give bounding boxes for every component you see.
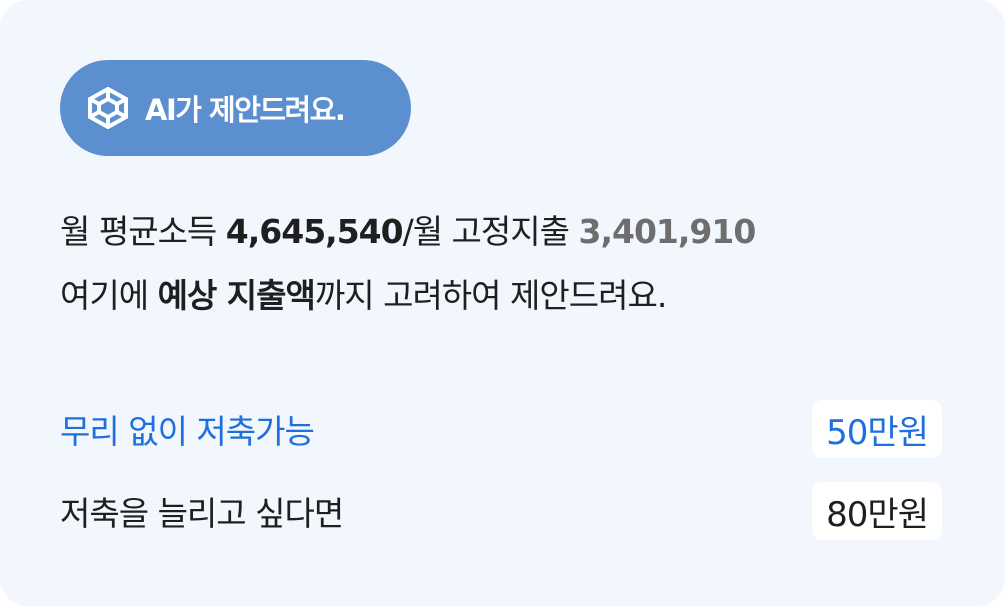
summary-line-1: 월 평균소득 4,645,540/월 고정지출 3,401,910 bbox=[60, 200, 960, 264]
suggestion-row-increase: 저축을 늘리고 싶다면 80만원 bbox=[60, 482, 942, 540]
summary-suffix: 까지 고려하여 제안드려요. bbox=[314, 276, 667, 315]
fixed-expense-value: 3,401,910 bbox=[578, 212, 757, 251]
cube-icon bbox=[85, 85, 131, 131]
ai-badge: AI가 제안드려요. bbox=[60, 60, 411, 156]
ai-suggestion-card: AI가 제안드려요. 월 평균소득 4,645,540/월 고정지출 3,401… bbox=[0, 0, 1005, 606]
fixed-expense-label: /월 고정지출 bbox=[402, 212, 579, 251]
ai-badge-label: AI가 제안드려요. bbox=[145, 93, 346, 127]
suggestion-amount: 80만원 bbox=[812, 482, 942, 540]
income-value: 4,645,540 bbox=[225, 212, 404, 251]
summary-prefix: 여기에 bbox=[60, 276, 158, 315]
expected-expense-emphasis: 예상 지출액 bbox=[157, 276, 316, 315]
suggestion-row-comfortable: 무리 없이 저축가능 50만원 bbox=[60, 400, 942, 458]
suggestion-label: 저축을 늘리고 싶다면 bbox=[60, 494, 344, 533]
suggestion-amount: 50만원 bbox=[812, 400, 942, 458]
income-summary: 월 평균소득 4,645,540/월 고정지출 3,401,910 여기에 예상… bbox=[60, 200, 960, 328]
summary-line-2: 여기에 예상 지출액까지 고려하여 제안드려요. bbox=[60, 264, 960, 328]
income-label: 월 평균소득 bbox=[60, 212, 226, 251]
suggestion-label: 무리 없이 저축가능 bbox=[60, 412, 315, 451]
